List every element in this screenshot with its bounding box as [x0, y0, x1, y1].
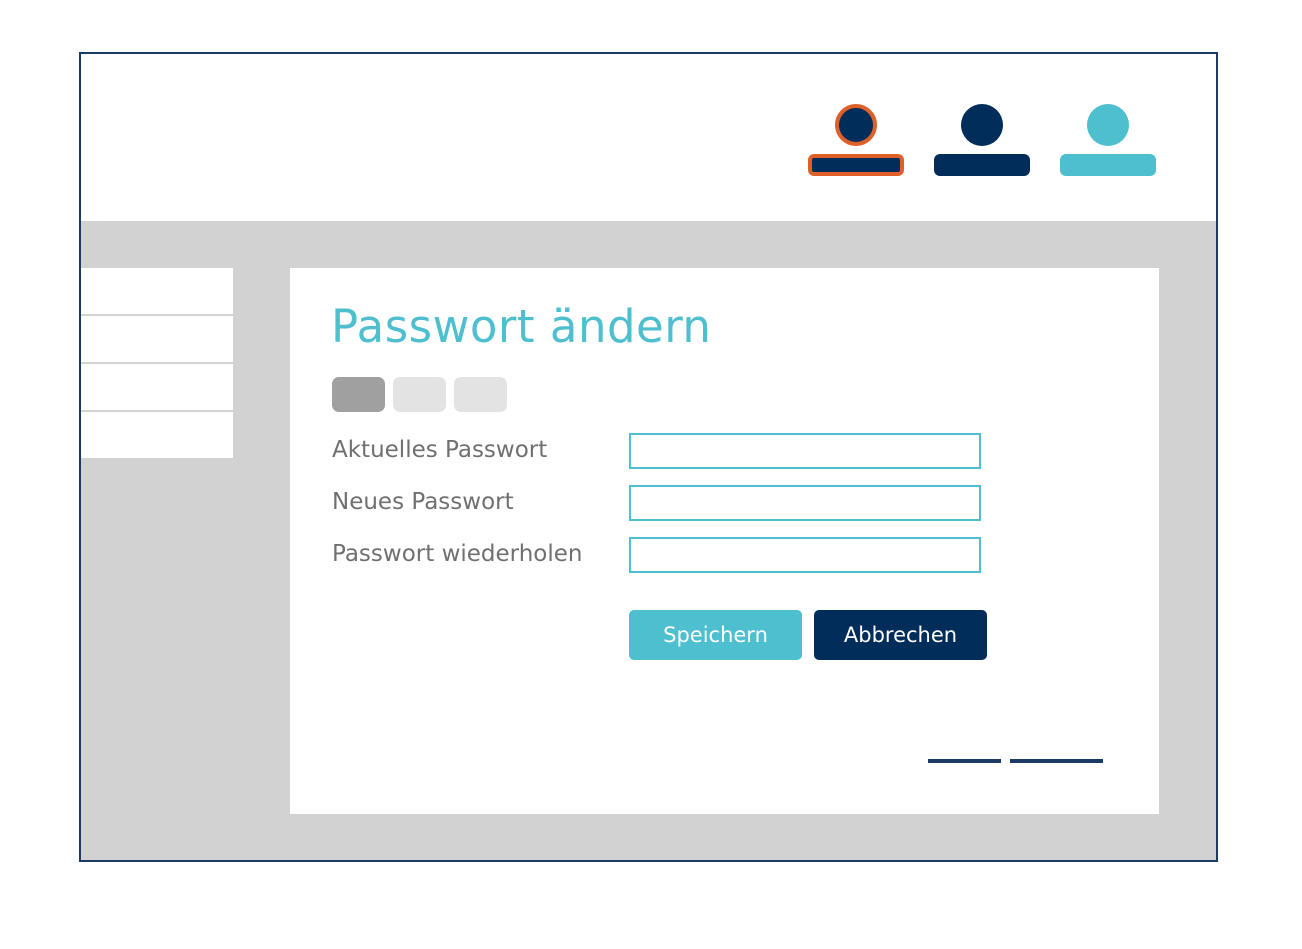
header-bar [81, 54, 1216, 221]
footer-divider [1010, 759, 1103, 763]
new-password-label: Neues Passwort [332, 489, 514, 515]
step-3 [454, 377, 507, 412]
page-title: Passwort ändern [331, 300, 712, 353]
avatar-body-icon [1060, 154, 1156, 176]
current-password-input[interactable] [629, 433, 981, 469]
sidebar-item[interactable] [81, 364, 233, 410]
step-indicator [332, 377, 507, 412]
footer-divider [928, 759, 1001, 763]
user-avatar[interactable] [1060, 104, 1156, 178]
step-2 [393, 377, 446, 412]
avatar-head-icon [961, 104, 1003, 146]
sidebar-item[interactable] [81, 412, 233, 458]
new-password-input[interactable] [629, 485, 981, 521]
step-1-active [332, 377, 385, 412]
avatar-head-icon [1087, 104, 1129, 146]
save-button[interactable]: Speichern [629, 610, 802, 660]
sidebar-item[interactable] [81, 268, 233, 314]
avatar-head-icon [835, 104, 877, 146]
cancel-button[interactable]: Abbrechen [814, 610, 987, 660]
avatar-body-icon [808, 154, 904, 176]
app-window: Passwort ändern Aktuelles Passwort Neues… [79, 52, 1218, 862]
user-avatar[interactable] [934, 104, 1030, 178]
avatar-body-icon [934, 154, 1030, 176]
repeat-password-label: Passwort wiederholen [332, 541, 583, 567]
sidebar [81, 268, 233, 460]
user-avatar-selected[interactable] [808, 104, 904, 178]
current-password-label: Aktuelles Passwort [332, 437, 548, 463]
sidebar-item[interactable] [81, 316, 233, 362]
change-password-panel: Passwort ändern Aktuelles Passwort Neues… [290, 268, 1159, 814]
repeat-password-input[interactable] [629, 537, 981, 573]
